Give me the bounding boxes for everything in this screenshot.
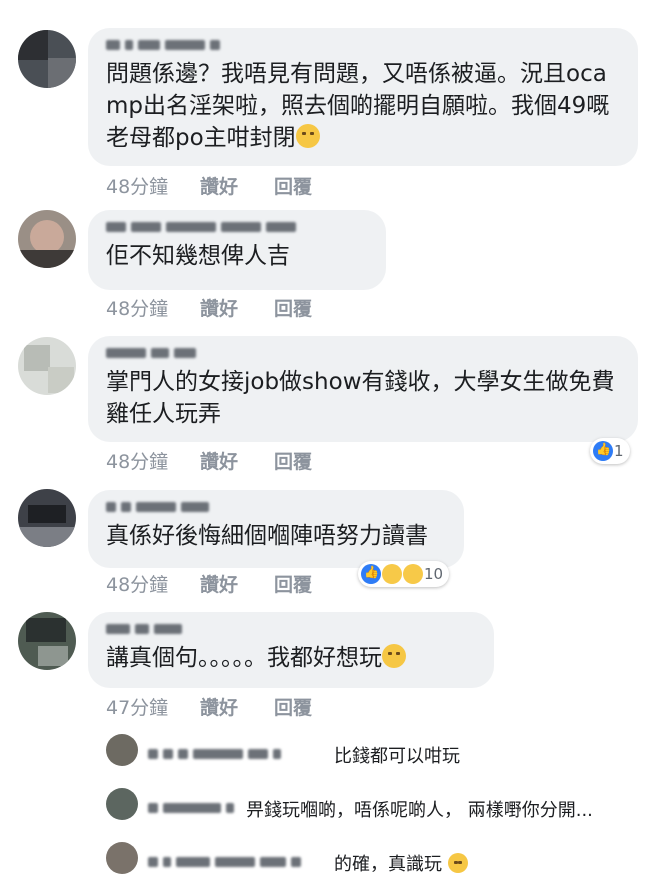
reply-text: 的確，真識玩 (334, 850, 468, 876)
comment-time[interactable]: 48分鐘 (106, 172, 200, 199)
comment-time[interactable]: 48分鐘 (106, 570, 200, 597)
comment-bubble: 問題係邊？我唔見有問題，又唔係被逼。況且ocamp出名淫架啦，照去個啲擺明自願啦… (88, 28, 638, 166)
comment-text: 講真個句。。。。。我都好想玩 (106, 642, 476, 674)
haha-reaction-icon (382, 564, 402, 584)
comment-text: 問題係邊？我唔見有問題，又唔係被逼。況且ocamp出名淫架啦，照去個啲擺明自願啦… (106, 61, 610, 151)
comment-text: 掌門人的女接job做show有錢收，大學女生做免費雞任人玩弄 (106, 369, 615, 427)
like-button[interactable]: 讚好 (200, 447, 274, 474)
avatar[interactable] (18, 612, 76, 670)
comment-text: 真係好後悔細個嗰陣唔努力讀書 (106, 523, 428, 549)
reply-button[interactable]: 回覆 (274, 570, 312, 597)
reaction-count: 1 (614, 442, 624, 460)
commenter-name[interactable] (106, 220, 368, 234)
reply-button[interactable]: 回覆 (274, 447, 312, 474)
commenter-name[interactable] (106, 38, 620, 52)
sad-reaction-icon (403, 564, 423, 584)
expressionless-emoji (382, 644, 406, 668)
comment-text: 佢不知幾想俾人吉 (106, 243, 290, 269)
comment-bubble: 真係好後悔細個嗰陣唔努力讀書 (88, 490, 464, 568)
comment-bubble: 講真個句。。。。。我都好想玩 (88, 612, 494, 688)
reply-author-name[interactable] (148, 801, 234, 815)
eye-roll-emoji (295, 124, 320, 148)
reply-author-name[interactable] (148, 747, 281, 761)
like-button[interactable]: 讚好 (200, 693, 274, 720)
avatar[interactable] (18, 210, 76, 268)
reply-1: 比錢都可以咁玩 (0, 734, 656, 774)
comment-meta: 48分鐘 讚好 回覆 (106, 447, 312, 474)
laugh-cry-emoji (447, 853, 468, 873)
like-button[interactable]: 讚好 (200, 294, 274, 321)
reply-3: 的確，真識玩 (0, 842, 656, 882)
like-reaction-icon (593, 441, 613, 461)
reply-2: 畀錢玩嗰啲，唔係呢啲人， 兩樣嘢你分開... (0, 788, 656, 828)
comment-meta: 48分鐘 讚好 回覆 (106, 172, 312, 199)
commenter-name[interactable] (106, 622, 476, 636)
like-button[interactable]: 讚好 (200, 570, 274, 597)
reaction-summary[interactable]: 10 (358, 561, 450, 587)
reaction-count: 10 (424, 565, 444, 583)
avatar[interactable] (18, 30, 76, 88)
reply-text: 比錢都可以咁玩 (334, 746, 460, 767)
comment-bubble: 掌門人的女接job做show有錢收，大學女生做免費雞任人玩弄 (88, 336, 638, 442)
comment-meta: 47分鐘 讚好 回覆 (106, 693, 312, 720)
avatar[interactable] (106, 842, 138, 874)
comment-time[interactable]: 48分鐘 (106, 294, 200, 321)
comment-meta: 48分鐘 讚好 回覆 (106, 294, 312, 321)
like-reaction-icon (361, 564, 381, 584)
reply-button[interactable]: 回覆 (274, 294, 312, 321)
reply-text: 畀錢玩嗰啲，唔係呢啲人， 兩樣嘢你分開... (246, 800, 593, 821)
reply-button[interactable]: 回覆 (274, 172, 312, 199)
commenter-name[interactable] (106, 500, 446, 514)
avatar[interactable] (18, 337, 76, 395)
reply-button[interactable]: 回覆 (274, 693, 312, 720)
comment-time[interactable]: 48分鐘 (106, 447, 200, 474)
comment-time[interactable]: 47分鐘 (106, 693, 200, 720)
reaction-summary[interactable]: 1 (590, 438, 630, 464)
comment-meta: 48分鐘 讚好 回覆 (106, 570, 312, 597)
avatar[interactable] (18, 489, 76, 547)
avatar[interactable] (106, 734, 138, 766)
like-button[interactable]: 讚好 (200, 172, 274, 199)
comment-bubble: 佢不知幾想俾人吉 (88, 210, 386, 290)
reply-author-name[interactable] (148, 855, 301, 869)
commenter-name[interactable] (106, 346, 620, 360)
avatar[interactable] (106, 788, 138, 820)
